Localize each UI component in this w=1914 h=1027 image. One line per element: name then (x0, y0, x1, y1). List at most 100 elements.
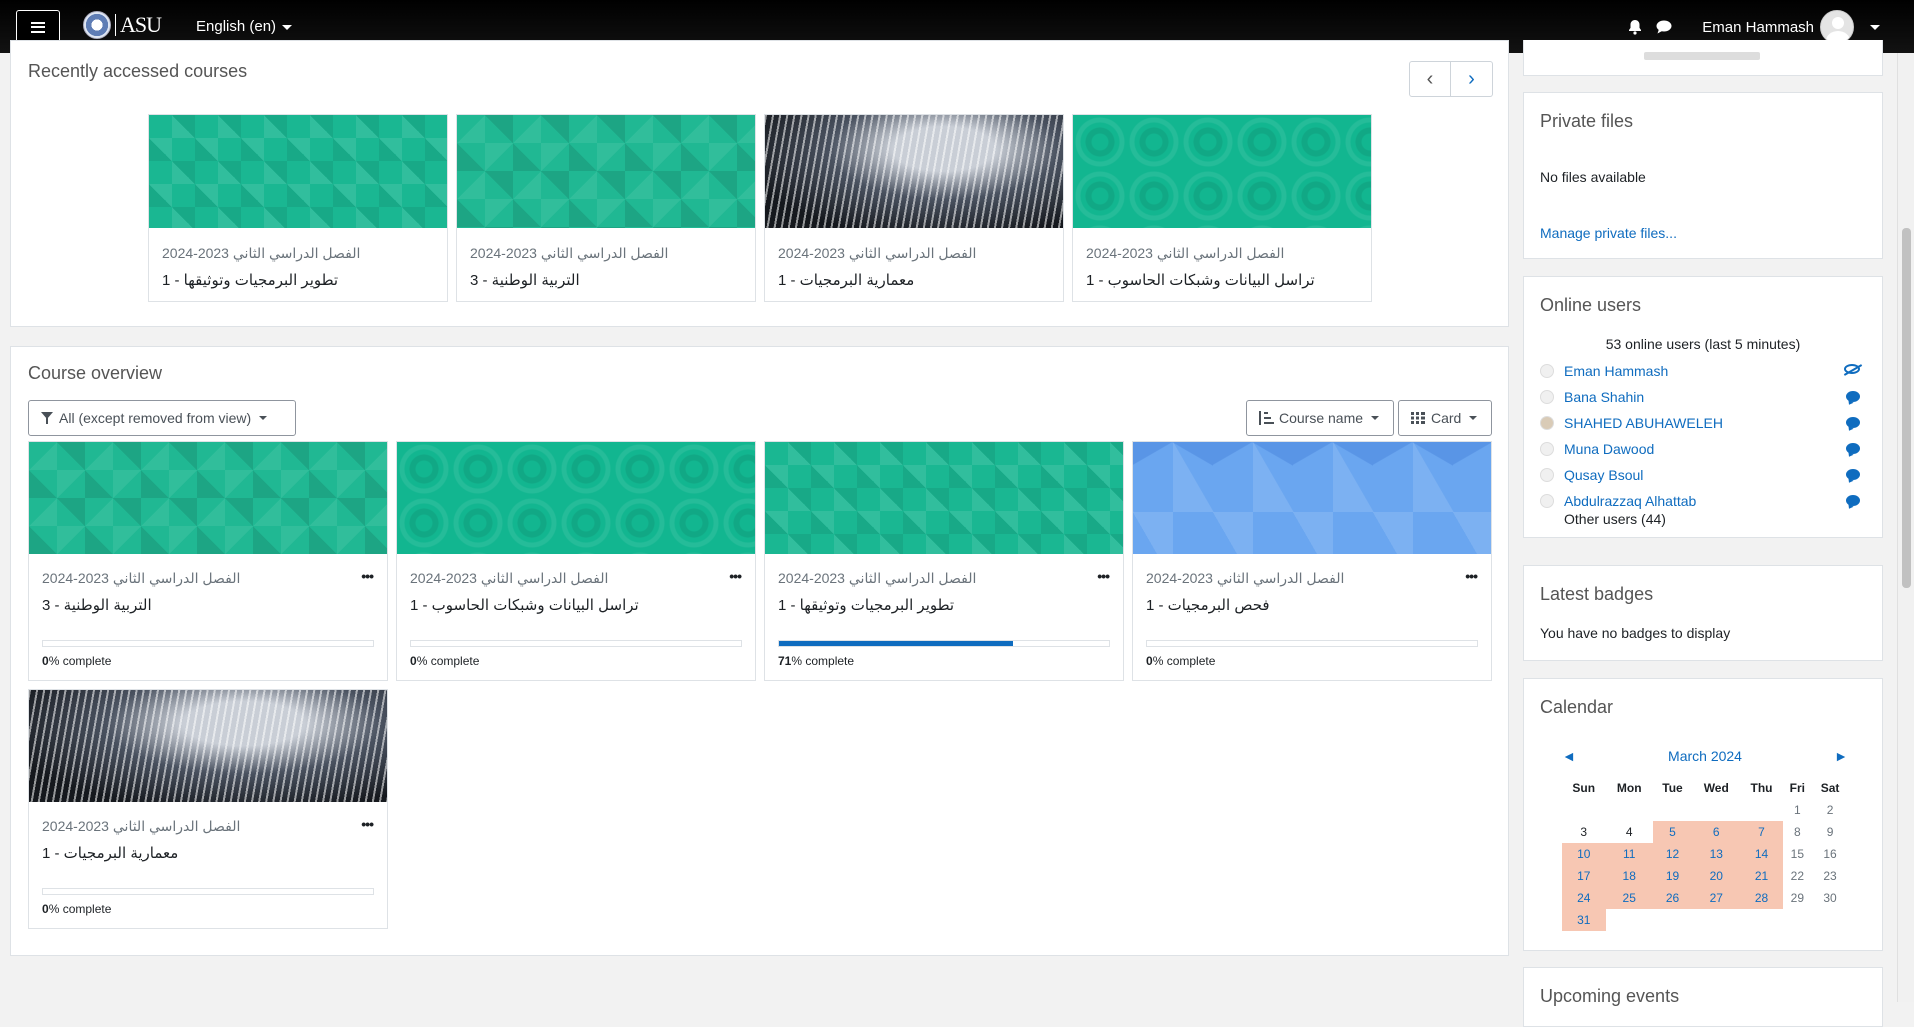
course-name-link[interactable]: تراسل البيانات وشبكات الحاسوب - 1 (410, 596, 639, 614)
progress-suffix: % complete (791, 654, 855, 668)
more-actions-icon[interactable]: ••• (361, 568, 374, 584)
course-card[interactable]: الفصل الدراسي الثاني 2023-2024 معمارية ال… (28, 689, 388, 929)
course-image[interactable] (1073, 115, 1371, 228)
user-link[interactable]: SHAHED ABUHAWELEH (1564, 415, 1723, 431)
course-name-link[interactable]: التربية الوطنية - 3 (42, 596, 152, 614)
calendar-day[interactable]: 6 (1692, 821, 1741, 843)
view-mode-dropdown[interactable]: Card (1398, 400, 1492, 436)
recent-course-card[interactable]: الفصل الدراسي الثاني 2023-2024 تطوير البر… (148, 114, 448, 302)
message-icon[interactable] (1846, 495, 1860, 506)
calendar-day[interactable]: 23 (1812, 865, 1848, 887)
calendar-day[interactable]: 7 (1740, 821, 1783, 843)
calendar-day[interactable]: 1 (1783, 799, 1812, 821)
sort-dropdown[interactable]: Course name (1246, 400, 1394, 436)
course-card[interactable]: الفصل الدراسي الثاني 2023-2024 تراسل البي… (396, 441, 756, 681)
message-icon[interactable] (1846, 417, 1860, 428)
manage-private-files-link[interactable]: Manage private files... (1540, 225, 1677, 241)
course-image[interactable] (29, 442, 387, 554)
course-card[interactable]: الفصل الدراسي الثاني 2023-2024 التربية ال… (28, 441, 388, 681)
language-menu[interactable]: English (en) (196, 18, 293, 35)
calendar-day[interactable]: 19 (1652, 865, 1693, 887)
progress-value: 0 (42, 654, 49, 668)
course-name-link[interactable]: تراسل البيانات وشبكات الحاسوب - 1 (1086, 271, 1315, 289)
course-card[interactable]: الفصل الدراسي الثاني 2023-2024 تطوير البر… (764, 441, 1124, 681)
calendar-day[interactable]: 30 (1812, 887, 1848, 909)
eye-slash-icon[interactable] (1844, 364, 1860, 374)
user-menu-chevron-icon[interactable] (1870, 24, 1880, 30)
chevron-down-icon (1469, 416, 1478, 420)
user-link[interactable]: Eman Hammash (1564, 363, 1668, 379)
calendar-day[interactable]: 28 (1740, 887, 1783, 909)
calendar-day[interactable]: 29 (1783, 887, 1812, 909)
course-name-link[interactable]: فحص البرمجيات - 1 (1146, 596, 1270, 614)
user-link[interactable]: Muna Dawood (1564, 441, 1654, 457)
calendar-day[interactable]: 14 (1740, 843, 1783, 865)
calendar-day[interactable]: 11 (1605, 843, 1653, 865)
course-name-link[interactable]: تطوير البرمجيات وتوثيقها - 1 (778, 596, 954, 614)
user-link[interactable]: Bana Shahin (1564, 389, 1644, 405)
course-image[interactable] (765, 442, 1123, 554)
calendar-day[interactable]: 12 (1652, 843, 1693, 865)
calendar-day[interactable]: 25 (1605, 887, 1653, 909)
course-image[interactable] (149, 115, 447, 228)
calendar-day[interactable]: 10 (1562, 843, 1606, 865)
course-card[interactable]: الفصل الدراسي الثاني 2023-2024 فحص البرمج… (1132, 441, 1492, 681)
course-image[interactable] (29, 690, 387, 802)
calendar-day[interactable]: 4 (1606, 821, 1653, 843)
course-name-link[interactable]: معمارية البرمجيات - 1 (42, 844, 178, 862)
next-month-icon[interactable]: ► (1834, 748, 1848, 764)
recent-course-card[interactable]: الفصل الدراسي الثاني 2023-2024 تراسل البي… (1072, 114, 1372, 302)
calendar-day[interactable]: 21 (1740, 865, 1783, 887)
calendar-day[interactable]: 2 (1812, 799, 1848, 821)
calendar-day[interactable]: 26 (1652, 887, 1693, 909)
course-image[interactable] (765, 115, 1063, 228)
calendar-day[interactable]: 31 (1562, 909, 1606, 931)
messages-icon[interactable] (1656, 20, 1672, 34)
message-icon[interactable] (1846, 469, 1860, 480)
message-icon[interactable] (1846, 443, 1860, 454)
calendar-day[interactable]: 9 (1812, 821, 1848, 843)
user-link[interactable]: Qusay Bsoul (1564, 467, 1643, 483)
previous-page-button[interactable]: ‹ (1409, 61, 1451, 97)
calendar-day[interactable]: 8 (1783, 821, 1812, 843)
online-users-list: Eman Hammash Bana Shahin SHAHED ABUHAWELEH… (1540, 358, 1870, 514)
calendar-day[interactable]: 27 (1692, 887, 1741, 909)
next-page-button[interactable]: › (1451, 61, 1493, 97)
page-scrollbar[interactable] (1897, 53, 1914, 1002)
user-link[interactable]: Abdulrazzaq Alhattab (1564, 493, 1696, 509)
message-icon[interactable] (1846, 391, 1860, 402)
calendar-day[interactable]: 16 (1812, 843, 1848, 865)
course-image[interactable] (1133, 442, 1491, 554)
calendar-day[interactable]: 17 (1562, 865, 1606, 887)
more-actions-icon[interactable]: ••• (729, 568, 742, 584)
more-actions-icon[interactable]: ••• (1465, 568, 1478, 584)
menu-toggle-button[interactable] (16, 10, 60, 44)
calendar-month[interactable]: March 2024 (1668, 748, 1742, 764)
calendar-day[interactable]: 22 (1783, 865, 1812, 887)
previous-month-icon[interactable]: ◄ (1562, 748, 1576, 764)
calendar-day[interactable]: 18 (1605, 865, 1653, 887)
calendar-day[interactable]: 15 (1783, 843, 1812, 865)
user-name[interactable]: Eman Hammash (1702, 19, 1814, 36)
course-image[interactable] (457, 115, 755, 228)
more-actions-icon[interactable]: ••• (1097, 568, 1110, 584)
site-logo[interactable]: ASU (83, 11, 162, 39)
calendar-day[interactable]: 24 (1562, 887, 1606, 909)
recent-course-card[interactable]: الفصل الدراسي الثاني 2023-2024 معمارية ال… (764, 114, 1064, 302)
scrollbar-thumb[interactable] (1902, 228, 1911, 588)
calendar-day[interactable]: 20 (1692, 865, 1741, 887)
course-name-link[interactable]: تطوير البرمجيات وتوثيقها - 1 (162, 271, 338, 289)
recent-course-card[interactable]: الفصل الدراسي الثاني 2023-2024 التربية ال… (456, 114, 756, 302)
notifications-bell-icon[interactable] (1628, 19, 1642, 35)
grouping-filter-dropdown[interactable]: All (except removed from view) (28, 400, 296, 436)
calendar-day[interactable]: 5 (1652, 821, 1693, 843)
user-avatar (1540, 364, 1554, 378)
calendar-day[interactable]: 3 (1562, 821, 1606, 843)
user-avatar[interactable] (1820, 10, 1854, 44)
course-name-link[interactable]: التربية الوطنية - 3 (470, 271, 580, 289)
course-image[interactable] (397, 442, 755, 554)
more-actions-icon[interactable]: ••• (361, 816, 374, 832)
calendar-day[interactable]: 13 (1692, 843, 1741, 865)
course-category: الفصل الدراسي الثاني 2023-2024 (162, 245, 361, 261)
course-name-link[interactable]: معمارية البرمجيات - 1 (778, 271, 914, 289)
